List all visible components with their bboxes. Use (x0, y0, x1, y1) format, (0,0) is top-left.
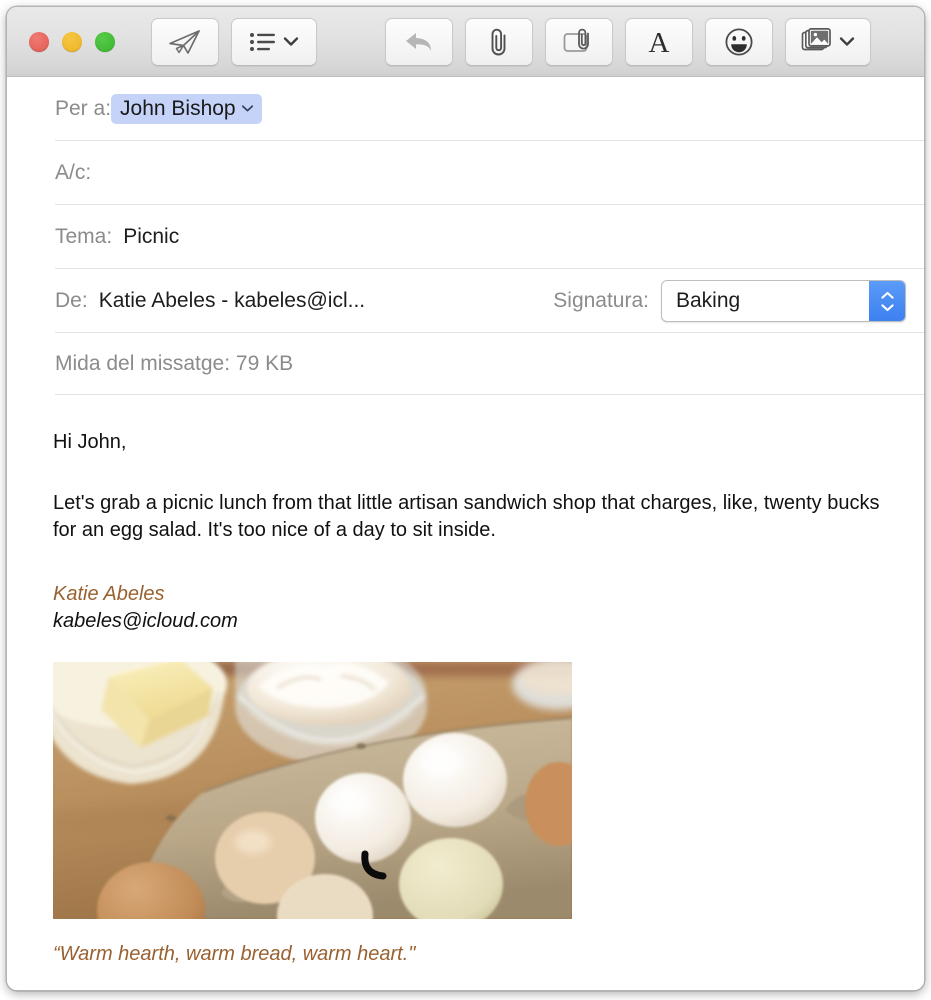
chevron-down-icon (839, 36, 855, 47)
photo-browser-button[interactable] (785, 17, 871, 66)
attach-button[interactable] (465, 17, 533, 66)
emoji-button[interactable] (705, 17, 773, 66)
from-field-row[interactable]: De: Katie Abeles - kabeles@icl... Signat… (7, 269, 924, 333)
signature-name: Katie Abeles (53, 583, 165, 606)
recipient-name: John Bishop (120, 97, 236, 120)
compose-header-fields: Per a: John Bishop A/c: Tema: Picnic De:… (7, 77, 924, 395)
signature-quote: “Warm hearth, warm bread, warm heart." (53, 943, 416, 966)
message-body[interactable]: Hi John, Let's grab a picnic lunch from … (7, 395, 924, 990)
chevron-down-icon (283, 36, 299, 47)
greeting-text: Hi John, (53, 431, 127, 453)
reply-button[interactable] (385, 17, 453, 66)
paper-plane-icon (168, 29, 202, 55)
chevron-down-icon[interactable] (241, 104, 254, 113)
recipient-token-john-bishop[interactable]: John Bishop (111, 94, 262, 124)
subject-label: Tema: (55, 225, 113, 248)
mail-compose-window: A Per a: John Bishop A/c: Tema: Picnic D… (6, 6, 925, 991)
from-label: De: (55, 289, 88, 312)
signature-value: Baking (676, 289, 741, 312)
signature-stepper[interactable] (869, 281, 905, 321)
cc-field-row[interactable]: A/c: (7, 141, 924, 205)
message-size-row: Mida del missatge: 79 KB (7, 333, 924, 395)
paperclip-icon (486, 27, 512, 57)
letter-a-icon: A (646, 27, 672, 57)
to-label: Per a: (55, 97, 112, 120)
signature-label: Signatura: (553, 289, 649, 312)
photos-icon (801, 28, 833, 55)
svg-text:A: A (649, 27, 670, 57)
window-controls (29, 31, 115, 52)
header-fields-button[interactable] (231, 17, 317, 66)
body-paragraph: Let's grab a picnic lunch from that litt… (53, 491, 880, 541)
message-size-text: Mida del missatge: 79 KB (55, 352, 294, 375)
from-value[interactable]: Katie Abeles - kabeles@icl... (99, 289, 365, 313)
toolbar-group-primary (151, 17, 317, 66)
send-button[interactable] (151, 17, 219, 66)
markup-attachment-icon (562, 28, 596, 56)
to-field-row[interactable]: Per a: John Bishop (7, 77, 924, 141)
smiley-icon (724, 27, 754, 57)
signature-email: kabeles@icloud.com (53, 609, 238, 632)
cc-label: A/c: (55, 161, 92, 184)
format-button[interactable]: A (625, 17, 693, 66)
maximize-button[interactable] (95, 31, 115, 52)
subject-value: Picnic (123, 225, 180, 248)
toolbar: A (7, 7, 924, 77)
close-button[interactable] (29, 31, 49, 52)
minimize-button[interactable] (62, 31, 82, 52)
list-icon (249, 31, 277, 53)
signature-area: Signatura: Baking (553, 280, 906, 322)
signature-select[interactable]: Baking (661, 280, 906, 322)
markup-button[interactable] (545, 17, 613, 66)
subject-field-row[interactable]: Tema: Picnic (7, 205, 924, 269)
email-signature: Katie Abeles kabeles@icloud.com (53, 581, 894, 634)
reply-arrow-icon (403, 29, 435, 55)
toolbar-group-secondary: A (385, 17, 871, 66)
signature-photo[interactable] (53, 662, 572, 920)
